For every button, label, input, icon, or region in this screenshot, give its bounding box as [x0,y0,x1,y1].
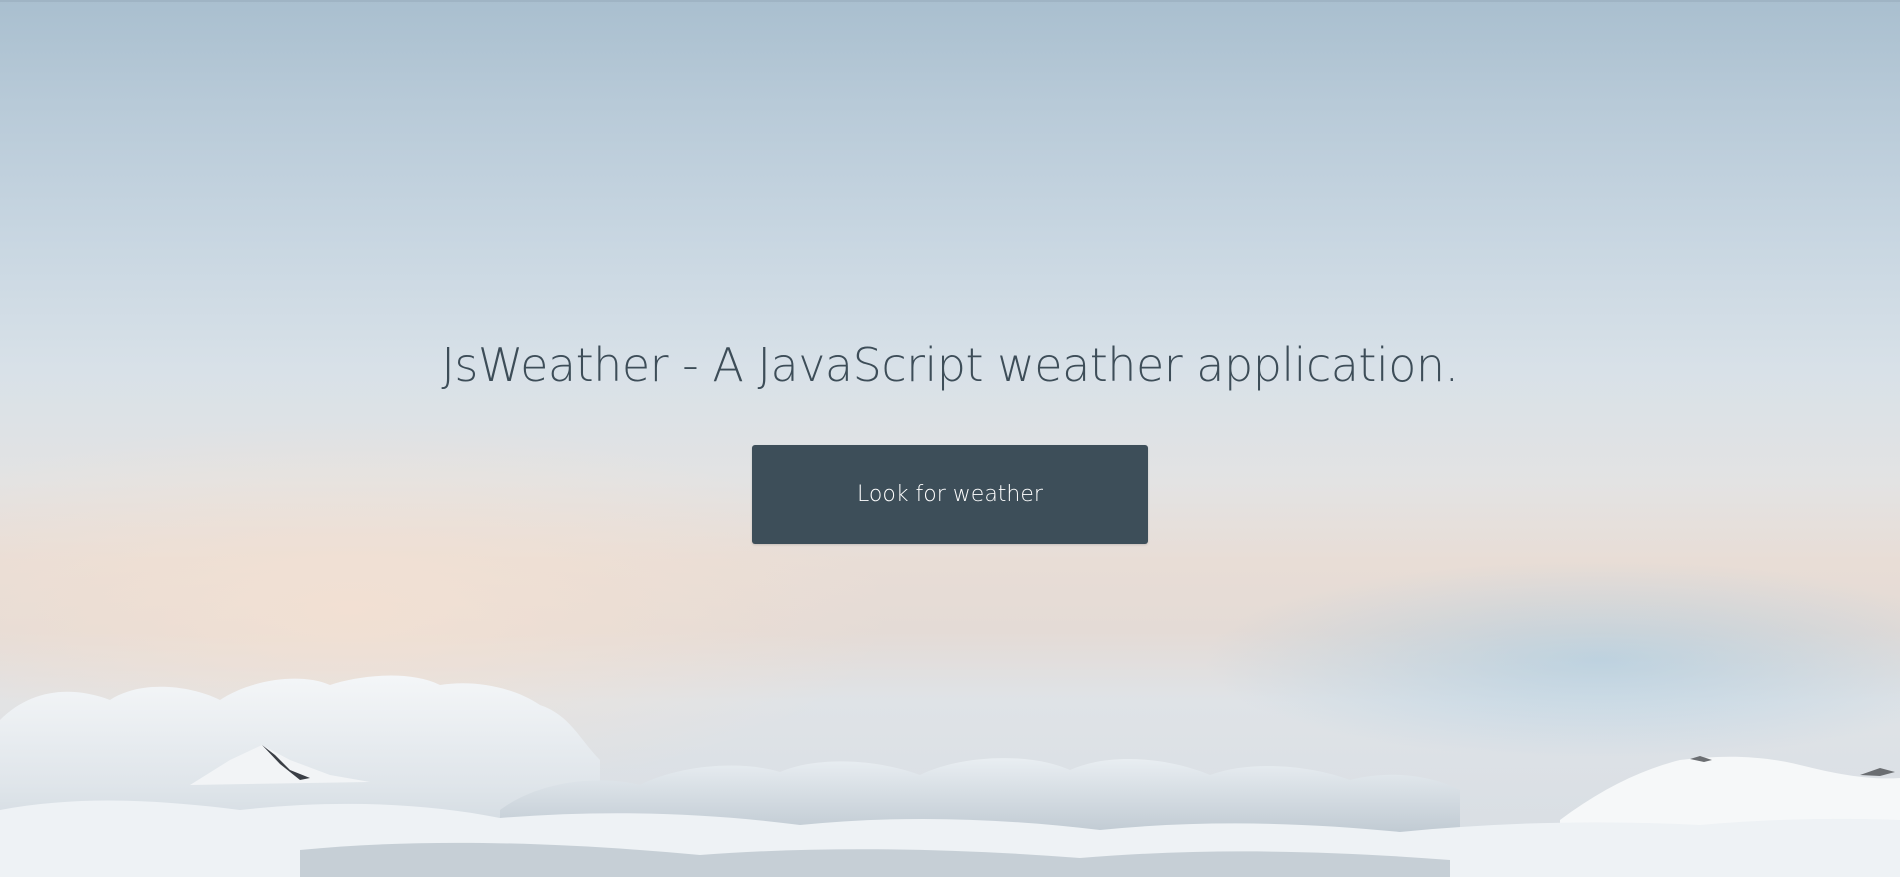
top-border [0,0,1900,2]
page-title: JsWeather - A JavaScript weather applica… [441,338,1459,392]
hero-background: JsWeather - A JavaScript weather applica… [0,0,1900,877]
look-for-weather-button[interactable]: Look for weather [752,445,1148,544]
cloud-sea-illustration [0,675,1900,877]
